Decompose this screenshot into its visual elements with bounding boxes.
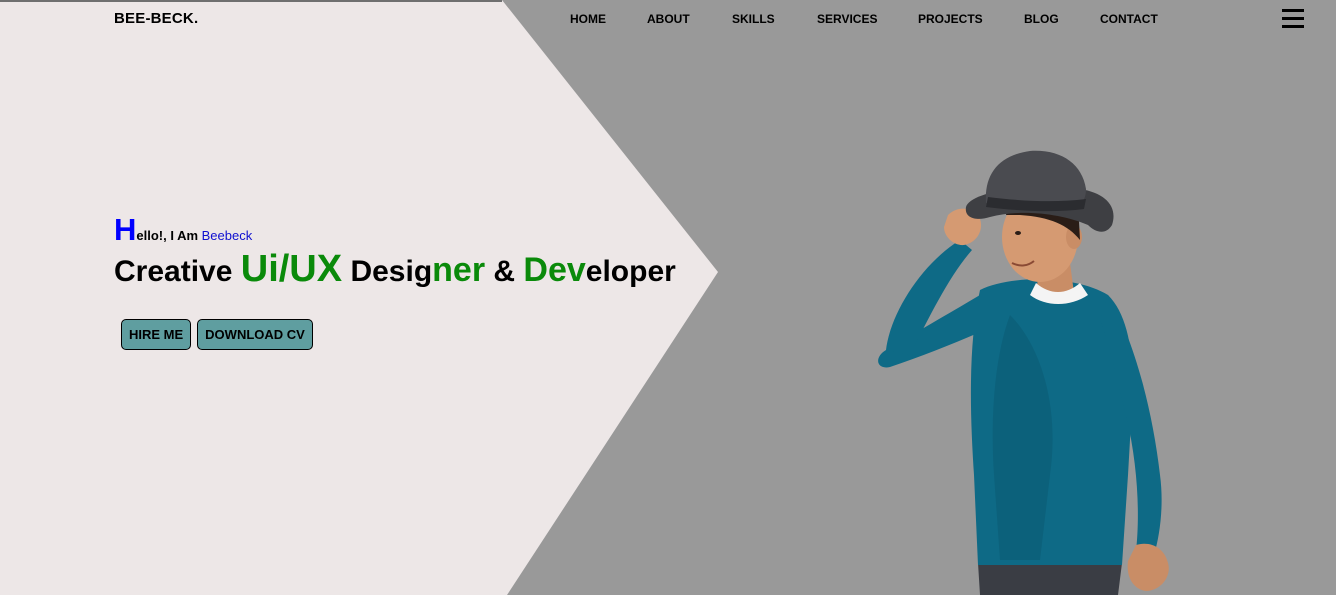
nav-skills[interactable]: SKILLS bbox=[732, 12, 775, 26]
headline-word-dev: Dev bbox=[523, 251, 586, 289]
headline-ampersand: & bbox=[485, 255, 524, 288]
hero-headline: Creative Ui/UX Designer & Developer bbox=[114, 250, 676, 291]
greeting-name: Beebeck bbox=[201, 228, 253, 243]
hero-text: Hello!, I Am Beebeck Creative Ui/UX Desi… bbox=[114, 214, 676, 291]
nav-services[interactable]: SERVICES bbox=[817, 12, 877, 26]
hero-buttons: HIRE ME DOWNLOAD CV bbox=[121, 319, 319, 350]
nav-blog[interactable]: BLOG bbox=[1024, 12, 1059, 26]
nav-about[interactable]: ABOUT bbox=[647, 12, 690, 26]
page: BEE-BECK. HOME ABOUT SKILLS SERVICES PRO… bbox=[0, 0, 1336, 595]
headline-word-uiux: Ui/UX bbox=[240, 248, 343, 290]
nav-home[interactable]: HOME bbox=[570, 12, 606, 26]
nav-contact[interactable]: CONTACT bbox=[1100, 12, 1158, 26]
headline-word-eloper: eloper bbox=[585, 255, 676, 288]
greeting-text: ello!, I Am bbox=[136, 228, 202, 243]
main-nav: HOME ABOUT SKILLS SERVICES PROJECTS BLOG… bbox=[0, 12, 1336, 28]
nav-projects[interactable]: PROJECTS bbox=[918, 12, 983, 26]
headline-word-creative: Creative bbox=[114, 255, 241, 288]
headline-word-desig: Desig bbox=[342, 255, 433, 288]
greeting-first-letter: H bbox=[114, 212, 137, 247]
download-cv-button[interactable]: DOWNLOAD CV bbox=[197, 319, 313, 350]
hire-me-button[interactable]: HIRE ME bbox=[121, 319, 192, 350]
hamburger-icon[interactable] bbox=[1281, 7, 1305, 31]
hero-greeting: Hello!, I Am Beebeck bbox=[114, 214, 676, 246]
boy-in-hat-portrait bbox=[878, 150, 1169, 595]
headline-word-ner: ner bbox=[432, 251, 486, 289]
top-border-line bbox=[0, 0, 502, 2]
